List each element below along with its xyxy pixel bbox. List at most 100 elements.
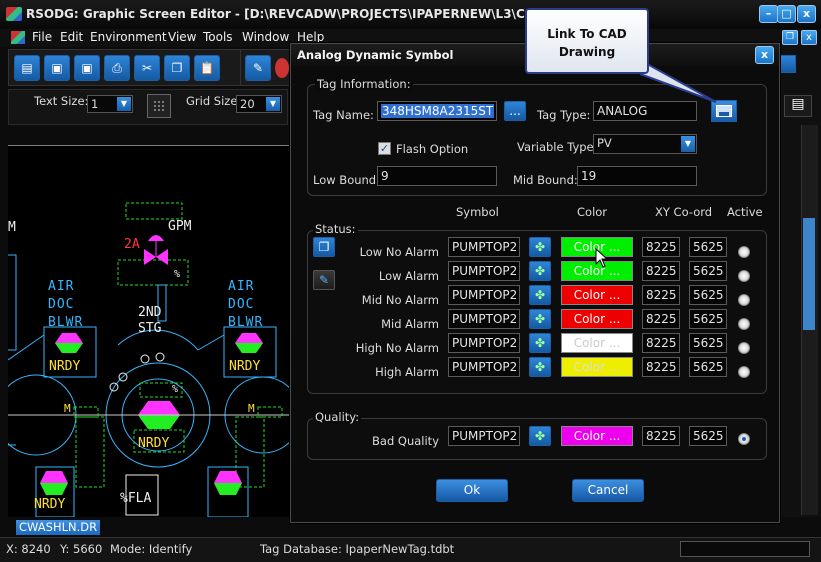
- y-coord-input[interactable]: 5625: [689, 237, 727, 257]
- browse-tag-button[interactable]: ...: [504, 101, 526, 121]
- x-coord-input[interactable]: 8225: [642, 261, 680, 281]
- label-stg: STG: [138, 321, 162, 336]
- color-button-high-no-alarm[interactable]: Color ...: [561, 333, 633, 353]
- scrollbar-thumb[interactable]: [803, 218, 815, 330]
- menu-tools[interactable]: Tools: [203, 30, 233, 44]
- active-radio[interactable]: [738, 342, 750, 354]
- bad-quality-symbol-input[interactable]: PUMPTOP2: [448, 426, 520, 446]
- file-tab[interactable]: CWASHLN.DR: [16, 520, 100, 535]
- bad-quality-x-input[interactable]: 8225: [642, 426, 680, 446]
- label-pct-2: %: [172, 384, 179, 395]
- x-coord-input[interactable]: 8225: [642, 357, 680, 377]
- y-coord-input[interactable]: 5625: [689, 357, 727, 377]
- label-nrdy-1: NRDY: [49, 359, 81, 374]
- mid-bound-input[interactable]: 19: [577, 166, 697, 186]
- x-coord-input[interactable]: 8225: [642, 309, 680, 329]
- print-icon[interactable]: ⎙: [104, 55, 130, 81]
- variable-type-select[interactable]: PV ▼: [593, 134, 697, 154]
- ok-button[interactable]: Ok: [436, 479, 508, 502]
- mdi-close-icon[interactable]: x: [801, 30, 817, 45]
- color-button-mid-alarm[interactable]: Color ...: [561, 309, 633, 329]
- pick-symbol-icon[interactable]: ✤: [529, 426, 551, 446]
- x-coord-input[interactable]: 8225: [642, 333, 680, 353]
- pick-symbol-icon[interactable]: ✤: [529, 261, 551, 281]
- document-icon[interactable]: [11, 31, 25, 44]
- row-label: Low No Alarm: [359, 245, 439, 259]
- symbol-input[interactable]: PUMPTOP2: [448, 309, 520, 329]
- paste-icon[interactable]: 📋: [194, 55, 220, 81]
- maximize-button[interactable]: □: [777, 5, 796, 23]
- copy-icon[interactable]: ❐: [164, 55, 190, 81]
- tool-icon[interactable]: [778, 55, 796, 73]
- symbol-input[interactable]: PUMPTOP2: [448, 357, 520, 377]
- target-icon[interactable]: [275, 58, 289, 78]
- pick-symbol-icon[interactable]: ✤: [529, 333, 551, 353]
- status-mode: Mode: Identify: [110, 542, 193, 556]
- brush-icon[interactable]: ✎: [245, 55, 271, 81]
- menu-help[interactable]: Help: [297, 30, 324, 44]
- x-coord-input[interactable]: 8225: [642, 285, 680, 305]
- grid-size-label: Grid Size:: [186, 94, 242, 108]
- row-label: Low Alarm: [378, 269, 439, 283]
- column-active: Active: [727, 205, 763, 219]
- pick-symbol-icon[interactable]: ✤: [529, 285, 551, 305]
- label-2nd: 2ND: [138, 305, 162, 320]
- minimize-button[interactable]: –: [759, 5, 778, 23]
- close-button[interactable]: x: [797, 5, 816, 23]
- mdi-restore-icon[interactable]: ❐: [782, 30, 798, 45]
- save-as-icon[interactable]: ▣: [74, 55, 100, 81]
- open-folder-icon[interactable]: ▤: [14, 55, 40, 81]
- tag-name-value: 348HSM8A2315ST: [381, 104, 495, 118]
- menu-file[interactable]: File: [32, 30, 52, 44]
- cut-icon[interactable]: ✂: [134, 55, 160, 81]
- tag-name-input[interactable]: 348HSM8A2315ST: [377, 101, 497, 121]
- low-bound-input[interactable]: 9: [377, 166, 497, 186]
- y-coord-input[interactable]: 5625: [689, 309, 727, 329]
- menu-environment[interactable]: Environment: [90, 30, 167, 44]
- color-button-mid-no-alarm[interactable]: Color ...: [561, 285, 633, 305]
- label-air-2: AIR: [228, 279, 255, 294]
- y-coord-input[interactable]: 5625: [689, 261, 727, 281]
- pick-symbol-icon[interactable]: ✤: [529, 309, 551, 329]
- column-xy-coord: XY Co-ord: [655, 205, 713, 219]
- symbol-input[interactable]: PUMPTOP2: [448, 285, 520, 305]
- bad-quality-active-radio[interactable]: [738, 433, 750, 445]
- menu-edit[interactable]: Edit: [60, 30, 83, 44]
- row-label: Mid No Alarm: [361, 293, 439, 307]
- symbol-input[interactable]: PUMPTOP2: [448, 333, 520, 353]
- pick-symbol-icon[interactable]: ✤: [529, 237, 551, 257]
- menu-view[interactable]: View: [168, 30, 196, 44]
- x-coord-input[interactable]: 8225: [642, 237, 680, 257]
- y-coord-input[interactable]: 5625: [689, 333, 727, 353]
- color-button-bad-quality[interactable]: Color ...: [561, 426, 633, 446]
- label-nrdy-4: NRDY: [34, 497, 66, 512]
- flash-option-checkbox[interactable]: ✓: [378, 142, 391, 155]
- cancel-button[interactable]: Cancel: [572, 479, 644, 502]
- pick-symbol-icon[interactable]: ✤: [529, 357, 551, 377]
- layers-icon[interactable]: ▤: [784, 95, 812, 117]
- label-2a: 2A: [124, 237, 140, 252]
- label-air-1: AIR: [48, 279, 75, 294]
- active-radio[interactable]: [738, 294, 750, 306]
- grid-icon[interactable]: [147, 94, 171, 118]
- bad-quality-y-input[interactable]: 5625: [689, 426, 727, 446]
- menu-window[interactable]: Window: [242, 30, 289, 44]
- active-radio[interactable]: [738, 318, 750, 330]
- active-radio[interactable]: [738, 246, 750, 258]
- color-button-high-alarm[interactable]: Color ...: [561, 357, 633, 377]
- save-icon[interactable]: ▣: [44, 55, 70, 81]
- drawing-canvas[interactable]: M GPM 2A % AIR DOC BLWR NRDY AIR DOC BLW…: [8, 145, 291, 517]
- active-radio[interactable]: [738, 270, 750, 282]
- y-coord-input[interactable]: 5625: [689, 285, 727, 305]
- active-radio[interactable]: [738, 366, 750, 378]
- title-bar: RSODG: Graphic Screen Editor - [D:\REVCA…: [0, 0, 821, 29]
- dialog-close-button[interactable]: x: [755, 46, 774, 64]
- symbol-input[interactable]: PUMPTOP2: [448, 237, 520, 257]
- label-nrdy-2: NRDY: [229, 359, 261, 374]
- app-icon: [6, 7, 22, 21]
- status-x: X: 8240: [6, 542, 51, 556]
- text-size-select[interactable]: 1 ▼: [87, 95, 133, 113]
- symbol-input[interactable]: PUMPTOP2: [448, 261, 520, 281]
- grid-size-select[interactable]: 20 ▼: [236, 95, 282, 113]
- text-size-value: 1: [91, 97, 99, 111]
